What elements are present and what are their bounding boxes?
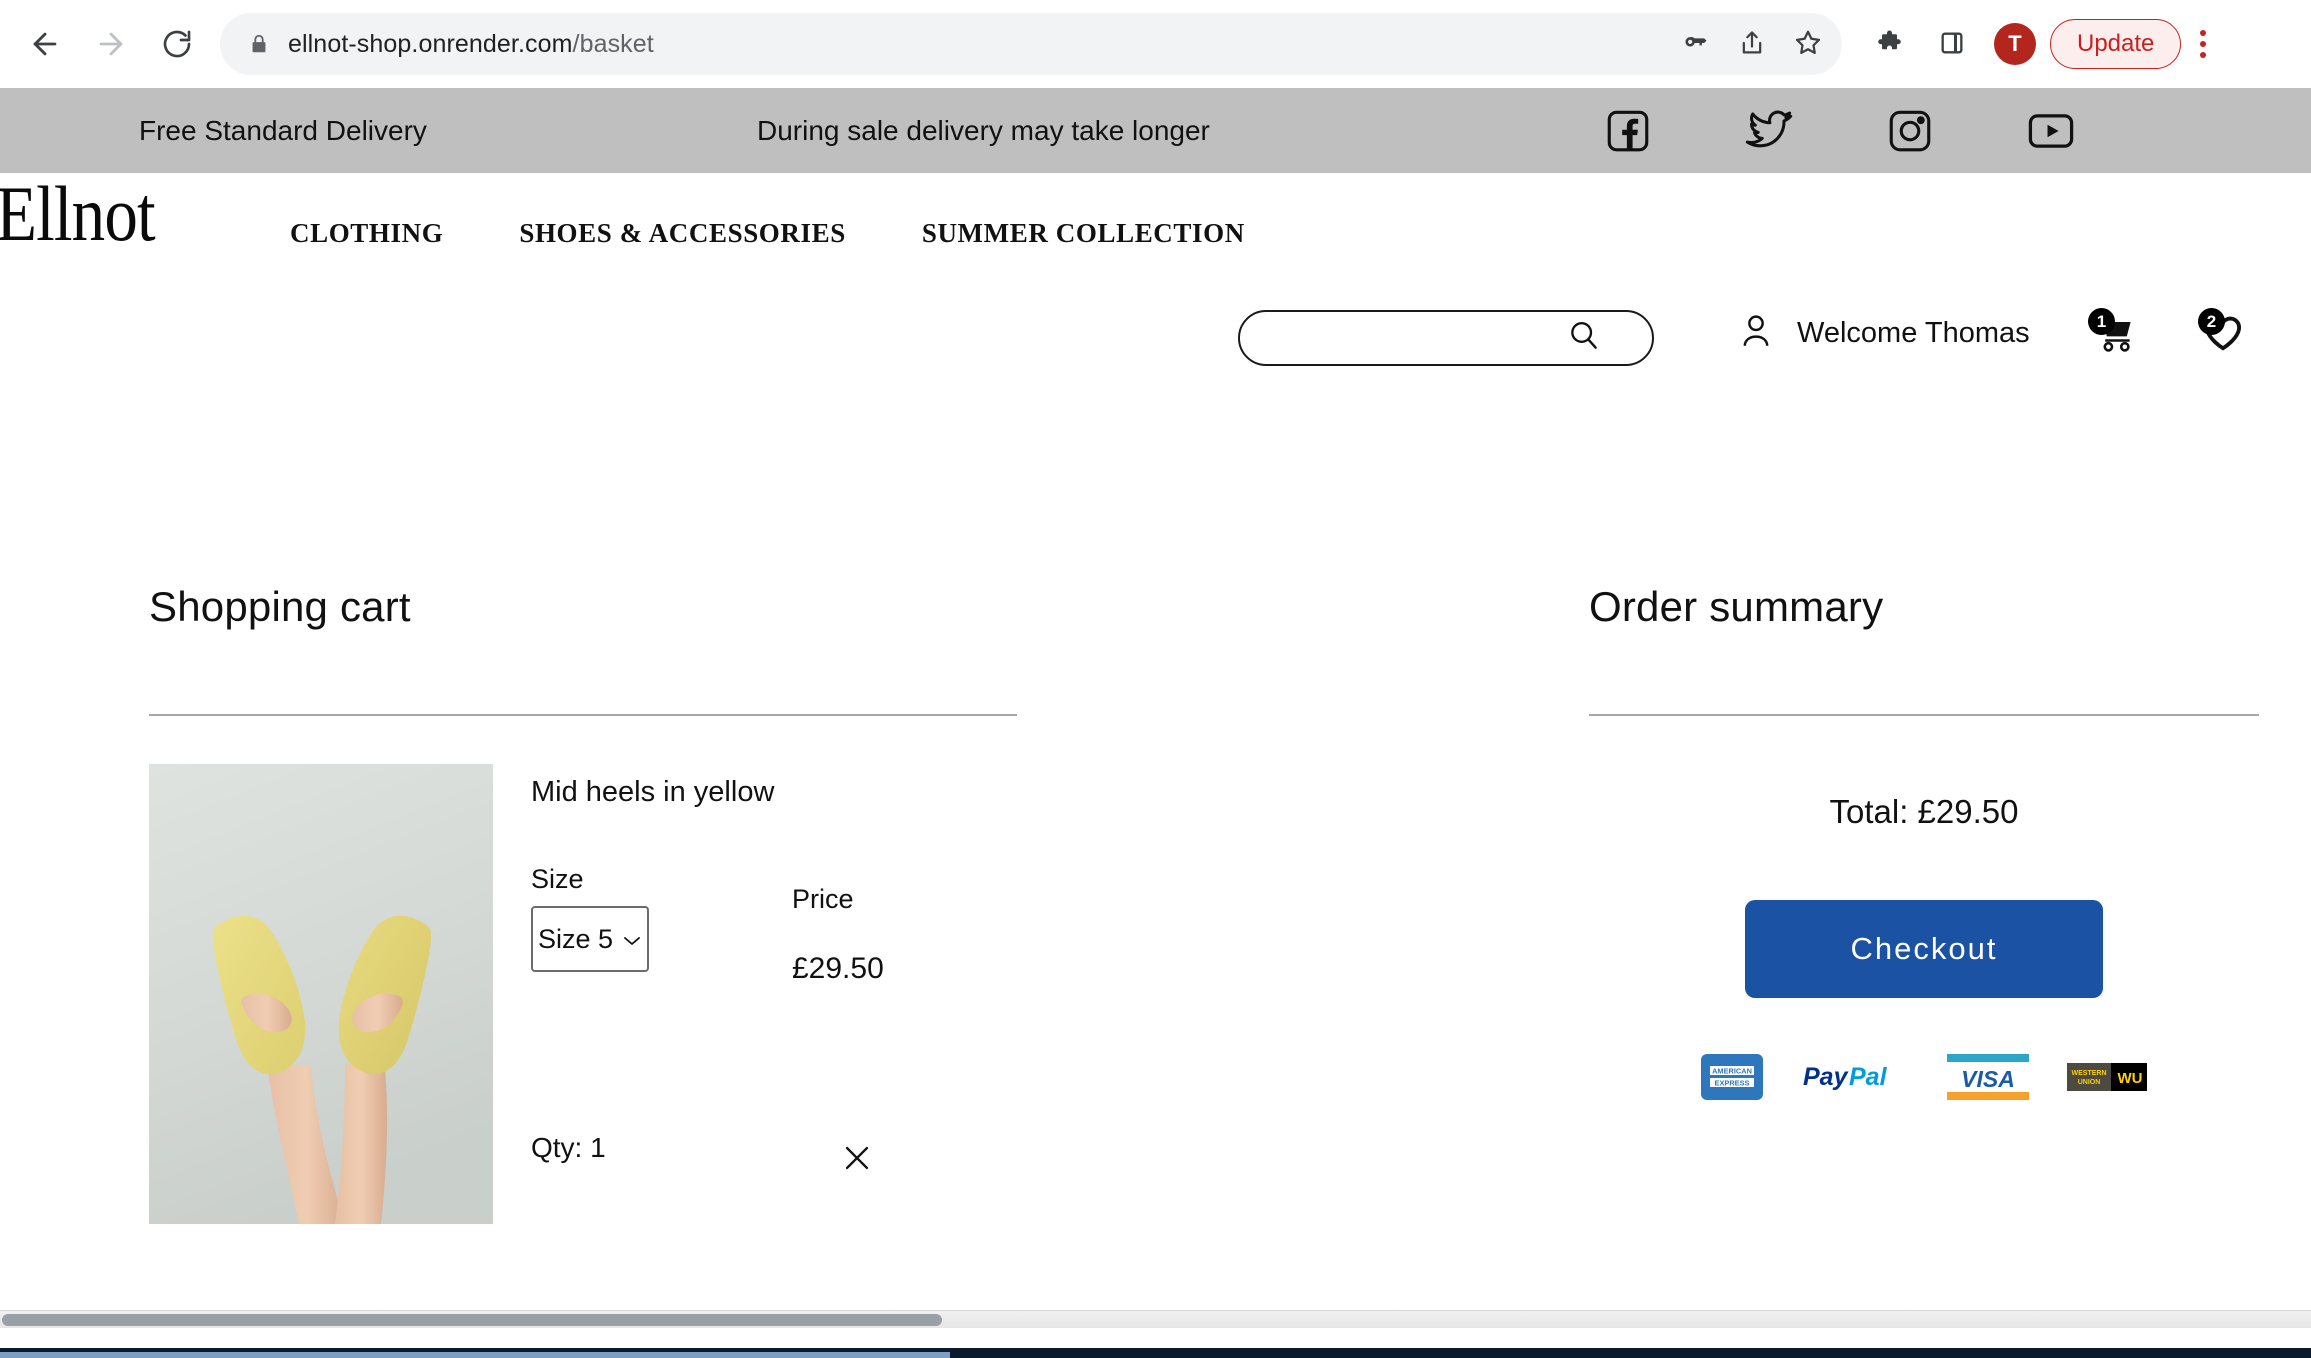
quantity-label: Qty: 1 — [531, 1132, 606, 1163]
bookmark-button[interactable] — [1780, 16, 1836, 72]
svg-text:WU: WU — [2118, 1070, 2143, 1087]
size-select[interactable]: Size 5 — [531, 906, 649, 972]
share-icon — [1738, 29, 1766, 60]
avatar[interactable]: T — [1994, 23, 2036, 65]
browser-chrome: ellnot-shop.onrender.com/basket T Update — [0, 0, 2311, 88]
chrome-right-actions: T Update — [1864, 16, 2233, 72]
checkout-button[interactable]: Checkout — [1745, 900, 2103, 998]
account-link[interactable]: Welcome Thomas — [1735, 310, 2030, 357]
size-value: Size 5 — [537, 923, 614, 954]
password-manager-button[interactable] — [1668, 16, 1724, 72]
url-text: ellnot-shop.onrender.com/basket — [288, 29, 654, 58]
user-icon — [1735, 310, 1777, 357]
side-panel-icon — [1938, 29, 1966, 60]
cart-button[interactable]: 1 — [2088, 308, 2138, 359]
back-arrow-icon — [28, 27, 62, 61]
delivery-notice-left: Free Standard Delivery — [139, 114, 427, 146]
scrollbar-thumb[interactable] — [2, 1314, 942, 1326]
visa-icon: VISA — [1947, 1054, 2029, 1100]
size-label: Size — [531, 864, 584, 894]
close-x-icon — [840, 1141, 874, 1178]
chevron-down-icon — [622, 924, 642, 955]
order-total: Total: £29.50 — [1829, 793, 2019, 830]
order-summary-column: Order summary Total: £29.50 Checkout AME… — [1589, 583, 2259, 1100]
payment-methods: AMERICAN EXPRESS Pay Pal VISA WESTERN UN… — [1589, 1054, 2259, 1100]
lock-icon — [248, 31, 270, 57]
welcome-label: Welcome Thomas — [1797, 317, 2030, 349]
forward-button[interactable] — [80, 13, 142, 75]
product-thumbnail[interactable] — [149, 764, 493, 1224]
instagram-icon[interactable] — [1882, 103, 1938, 159]
address-bar[interactable]: ellnot-shop.onrender.com/basket — [220, 13, 1788, 75]
reload-icon — [161, 28, 193, 60]
cart-divider — [149, 714, 1017, 716]
site-logo[interactable]: Ellnot — [0, 175, 156, 253]
horizontal-scrollbar[interactable] — [0, 1310, 2311, 1328]
twitter-icon[interactable] — [1741, 103, 1797, 159]
kebab-dot — [2200, 52, 2207, 58]
summary-divider — [1589, 714, 2259, 716]
update-button[interactable]: Update — [2050, 19, 2182, 69]
key-icon — [1682, 29, 1710, 60]
facebook-icon[interactable] — [1600, 103, 1656, 159]
window-bottom-edge — [0, 1348, 2311, 1358]
paypal-icon: Pay Pal — [1801, 1057, 1909, 1097]
search-icon — [1564, 316, 1604, 361]
kebab-dot — [2200, 41, 2207, 47]
wishlist-button[interactable]: 2 — [2198, 308, 2246, 359]
nav-item-summer-collection[interactable]: SUMMER COLLECTION — [922, 218, 1245, 249]
kebab-dot — [2200, 30, 2207, 36]
svg-text:Pay: Pay — [1803, 1063, 1849, 1091]
wishlist-count-badge: 2 — [2198, 308, 2225, 335]
product-image — [149, 764, 493, 1224]
nav-item-clothing[interactable]: CLOTHING — [290, 218, 443, 249]
product-name[interactable]: Mid heels in yellow — [531, 776, 1017, 809]
youtube-icon[interactable] — [2023, 103, 2079, 159]
svg-text:Pal: Pal — [1849, 1063, 1888, 1091]
search-input[interactable] — [1238, 310, 1654, 366]
chrome-menu-button[interactable] — [2181, 18, 2225, 70]
svg-text:EXPRESS: EXPRESS — [1715, 1079, 1750, 1088]
taskbar-accent — [0, 1352, 950, 1358]
main-navigation: CLOTHING SHOES & ACCESSORIES SUMMER COLL… — [290, 218, 1245, 249]
site-header: Ellnot CLOTHING SHOES & ACCESSORIES SUMM… — [0, 173, 2311, 293]
announcement-bar: Free Standard Delivery During sale deliv… — [0, 88, 2311, 173]
svg-text:AMERICAN: AMERICAN — [1712, 1067, 1752, 1076]
remove-item-button[interactable] — [834, 1136, 880, 1182]
svg-text:UNION: UNION — [2078, 1079, 2101, 1086]
shopping-cart-icon — [2090, 316, 2138, 358]
amex-icon: AMERICAN EXPRESS — [1701, 1054, 1763, 1100]
western-union-icon: WESTERN UNION WU — [2067, 1063, 2147, 1091]
omnibox-actions — [1662, 13, 1842, 75]
reload-button[interactable] — [146, 13, 208, 75]
browser-nav-buttons — [0, 13, 208, 75]
cart-count-badge: 1 — [2088, 308, 2115, 335]
svg-text:WESTERN: WESTERN — [2072, 1070, 2107, 1077]
back-button[interactable] — [14, 13, 76, 75]
delivery-notice-center: During sale delivery may take longer — [757, 114, 1210, 146]
forward-arrow-icon — [94, 27, 128, 61]
price-value: £29.50 — [792, 952, 884, 985]
cart-item-row: Mid heels in yellow Size Size 5 Price £2… — [149, 764, 1017, 1224]
heart-icon — [2200, 316, 2246, 358]
order-summary-title: Order summary — [1589, 583, 1884, 630]
star-icon — [1793, 28, 1823, 61]
price-label: Price — [792, 884, 854, 914]
social-links — [1600, 103, 2079, 159]
page-title: Shopping cart — [149, 583, 411, 630]
svg-text:VISA: VISA — [1961, 1066, 2015, 1092]
cart-item-details: Mid heels in yellow Size Size 5 Price £2… — [493, 764, 1017, 1224]
cart-column: Shopping cart Mid heels in yellow Size S… — [149, 583, 1017, 1224]
share-button[interactable] — [1724, 16, 1780, 72]
avatar-initial: T — [2008, 31, 2022, 56]
update-label: Update — [2077, 30, 2155, 57]
page-viewport: Free Standard Delivery During sale deliv… — [0, 88, 2311, 1310]
nav-item-shoes-accessories[interactable]: SHOES & ACCESSORIES — [519, 218, 846, 249]
puzzle-icon — [1877, 28, 1907, 61]
side-panel-button[interactable] — [1924, 16, 1980, 72]
extensions-button[interactable] — [1864, 16, 1920, 72]
